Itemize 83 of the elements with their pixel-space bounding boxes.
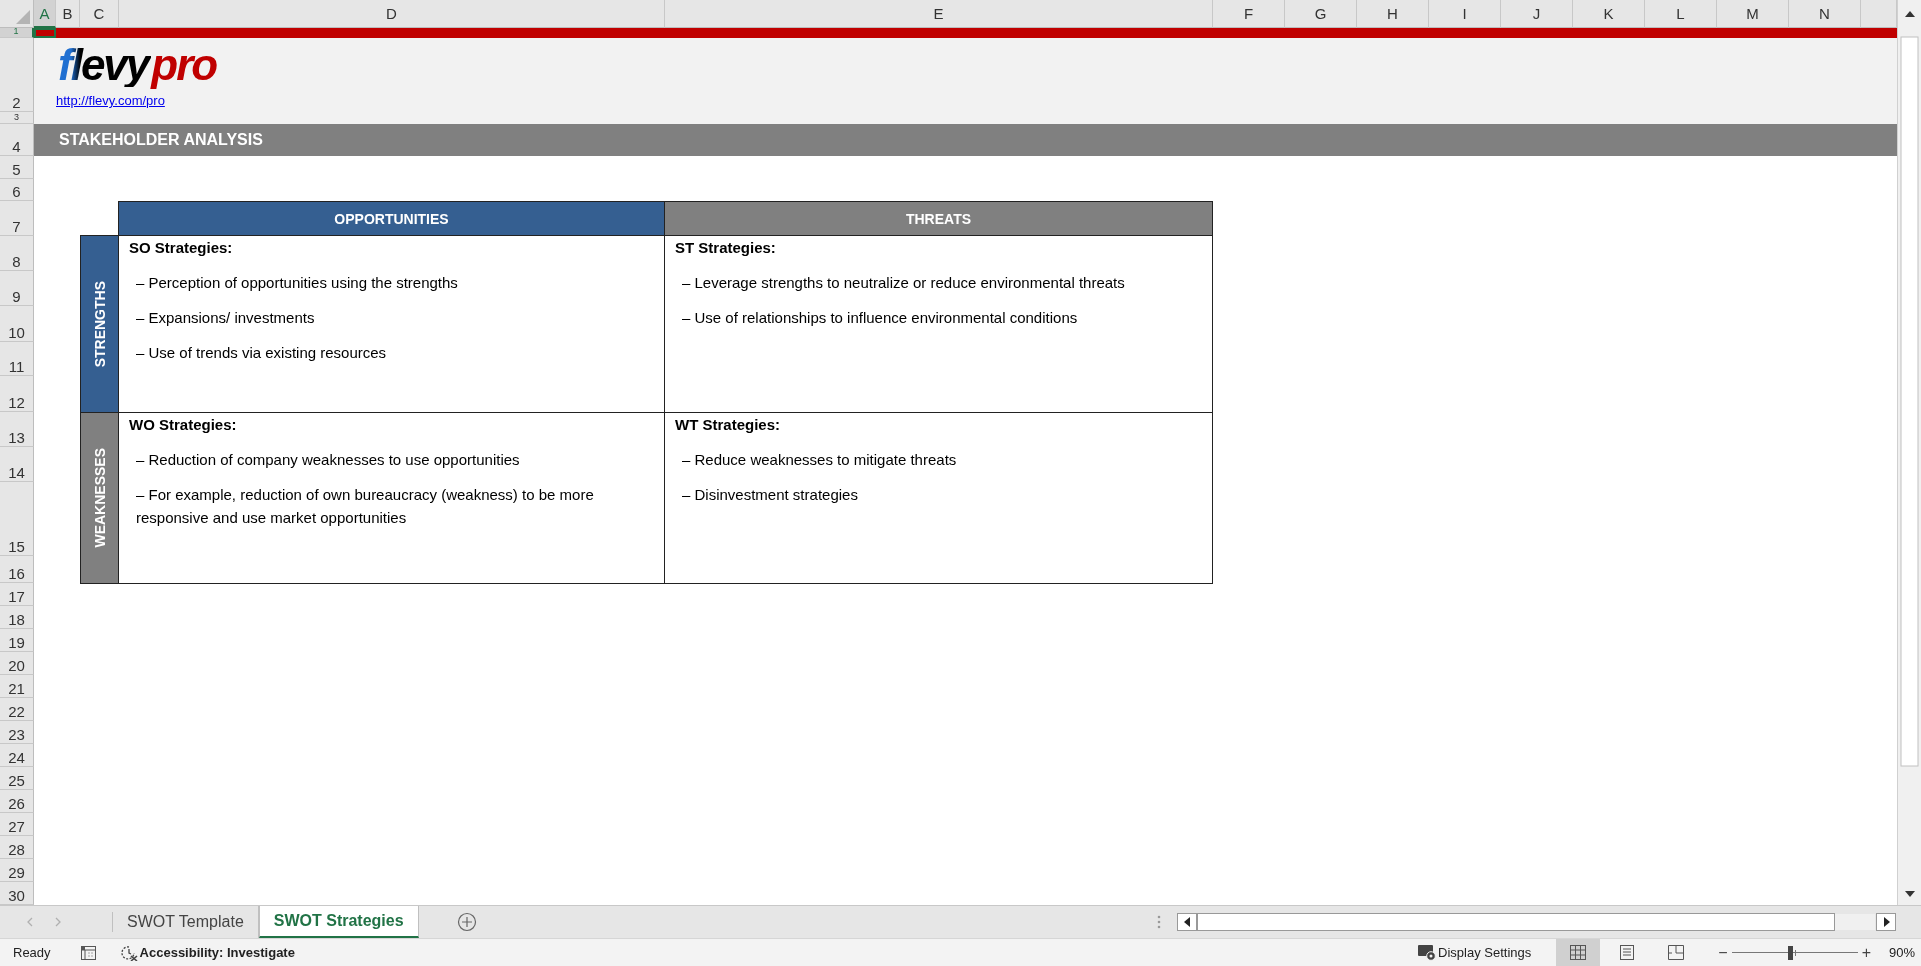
zoom-out-button[interactable]: − bbox=[1714, 943, 1732, 962]
row-header[interactable]: 27 bbox=[0, 813, 34, 836]
row-header[interactable]: 14 bbox=[0, 447, 34, 482]
column-heading: THREATS bbox=[664, 201, 1213, 236]
row-header[interactable]: 29 bbox=[0, 859, 34, 882]
row-header[interactable]: 7 bbox=[0, 201, 34, 236]
column-header[interactable]: G bbox=[1285, 0, 1357, 28]
column-header[interactable]: C bbox=[80, 0, 119, 28]
column-header[interactable]: D bbox=[119, 0, 665, 28]
row-header[interactable]: 28 bbox=[0, 836, 34, 859]
strategy-item: – Reduce weaknesses to mitigate threats bbox=[682, 450, 957, 470]
row-header[interactable]: 12 bbox=[0, 376, 34, 412]
row-header[interactable]: 20 bbox=[0, 652, 34, 675]
row-header[interactable]: 8 bbox=[0, 236, 34, 271]
row-header[interactable]: 2 bbox=[0, 38, 34, 112]
strategy-title: WT Strategies: bbox=[675, 415, 780, 435]
sheet-tab[interactable]: SWOT Strategies bbox=[258, 906, 419, 938]
strategy-item: – Leverage strengths to neutralize or reduce environmental threats bbox=[682, 273, 1125, 293]
accessibility-icon[interactable] bbox=[119, 944, 138, 961]
row-header[interactable]: 26 bbox=[0, 790, 34, 813]
column-header[interactable]: H bbox=[1357, 0, 1429, 28]
row-header[interactable]: 5 bbox=[0, 156, 34, 179]
accessibility-status[interactable]: Accessibility: Investigate bbox=[139, 945, 295, 960]
page-break-icon bbox=[1668, 945, 1685, 960]
website-link[interactable]: http://flevy.com/pro bbox=[56, 93, 165, 108]
column-header[interactable]: J bbox=[1501, 0, 1573, 28]
row-header[interactable]: 4 bbox=[0, 124, 34, 156]
macro-recording-icon[interactable] bbox=[80, 945, 96, 960]
strategy-item: – Expansions/ investments bbox=[136, 308, 315, 328]
status-text: Ready bbox=[13, 945, 51, 960]
row-header[interactable]: 1 bbox=[0, 28, 34, 38]
column-header[interactable]: E bbox=[665, 0, 1213, 28]
row-header[interactable]: 16 bbox=[0, 556, 34, 583]
column-header[interactable]: L bbox=[1645, 0, 1717, 28]
column-heading: OPPORTUNITIES bbox=[118, 201, 665, 236]
strategy-item: – Disinvestment strategies bbox=[682, 485, 858, 505]
row-header[interactable]: 6 bbox=[0, 179, 34, 201]
column-header[interactable]: M bbox=[1717, 0, 1789, 28]
row-header[interactable]: 13 bbox=[0, 412, 34, 447]
zoom-slider[interactable] bbox=[1731, 945, 1858, 960]
row-header[interactable]: 30 bbox=[0, 882, 34, 905]
row-header[interactable]: 25 bbox=[0, 767, 34, 790]
strategy-title: WO Strategies: bbox=[129, 415, 237, 435]
display-settings-icon[interactable] bbox=[1418, 944, 1437, 961]
row-header[interactable]: 21 bbox=[0, 675, 34, 698]
column-header[interactable]: A bbox=[34, 0, 56, 28]
strategy-item: – Perception of opportunities using the strengths bbox=[136, 273, 458, 293]
column-header[interactable]: K bbox=[1573, 0, 1645, 28]
zoom-level[interactable]: 90% bbox=[1888, 945, 1915, 960]
strategy-title: ST Strategies: bbox=[675, 238, 776, 258]
row-header[interactable]: 17 bbox=[0, 583, 34, 606]
zoom-thumb[interactable] bbox=[1787, 945, 1793, 960]
strategy-title: SO Strategies: bbox=[129, 238, 233, 258]
display-settings-label[interactable]: Display Settings bbox=[1438, 945, 1532, 960]
row-header[interactable]: 24 bbox=[0, 744, 34, 767]
view-button[interactable] bbox=[1556, 939, 1601, 966]
page-layout-icon bbox=[1620, 945, 1635, 960]
row-header[interactable]: 11 bbox=[0, 342, 34, 376]
strategy-item: – Use of relationships to influence environmental conditions bbox=[682, 308, 1078, 328]
strategy-item: – For example, reduction of own bureaucracy (weakness) to be more responsive and use market opportunities bbox=[136, 485, 595, 528]
column-header[interactable]: I bbox=[1429, 0, 1501, 28]
zoom-in-button[interactable]: + bbox=[1857, 943, 1875, 962]
row-header[interactable]: 3 bbox=[0, 112, 34, 124]
row-header[interactable]: 22 bbox=[0, 698, 34, 721]
row-header[interactable]: 19 bbox=[0, 629, 34, 652]
strategy-item: – Use of trends via existing resources bbox=[136, 343, 387, 363]
row-header[interactable]: 9 bbox=[0, 271, 34, 306]
normal-view-icon bbox=[1570, 945, 1587, 960]
row-heading: STRENGTHS bbox=[80, 235, 119, 413]
add-sheet-icon[interactable] bbox=[456, 912, 477, 932]
row-heading: WEAKNESSES bbox=[80, 412, 119, 584]
row-header[interactable]: 18 bbox=[0, 606, 34, 629]
column-header[interactable]: B bbox=[56, 0, 80, 28]
cell-selection bbox=[34, 28, 56, 38]
vertical-scrollbar[interactable] bbox=[1897, 0, 1921, 905]
row-header[interactable]: 23 bbox=[0, 721, 34, 744]
row-header[interactable]: 10 bbox=[0, 306, 34, 342]
section-title: STAKEHOLDER ANALYSIS bbox=[34, 124, 1897, 156]
row-header[interactable]: 15 bbox=[0, 482, 34, 556]
column-header[interactable]: N bbox=[1789, 0, 1861, 28]
strategy-item: – Reduction of company weaknesses to use opportunities bbox=[136, 450, 520, 470]
column-header[interactable]: F bbox=[1213, 0, 1285, 28]
splitter-handle-icon[interactable] bbox=[1157, 915, 1161, 929]
